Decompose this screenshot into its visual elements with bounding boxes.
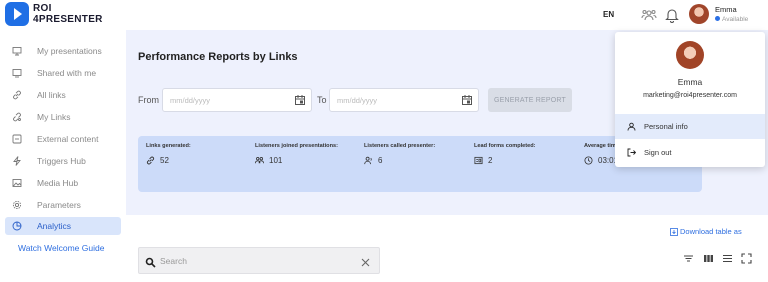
avatar (676, 41, 704, 69)
team-icon[interactable] (641, 7, 657, 23)
stat-value: 52 (160, 156, 169, 165)
sign-out-icon (627, 148, 637, 157)
download-table-link[interactable]: Download table as (670, 227, 742, 236)
sidebar-item-label: Shared with me (37, 68, 97, 78)
sidebar-item-parameters[interactable]: Parameters (5, 196, 121, 214)
sidebar-item-external-content[interactable]: External content (5, 130, 121, 148)
from-date-field[interactable]: mm/dd/yyyy (162, 88, 312, 112)
stat-card-title: Links generated: (146, 143, 191, 149)
status-text: Available (722, 16, 749, 23)
sidebar-item-my-links[interactable]: My Links (5, 108, 121, 126)
form-icon (474, 156, 483, 165)
to-date-field[interactable]: mm/dd/yyyy (329, 88, 479, 112)
sidebar-item-my-presentations[interactable]: My presentations (5, 42, 121, 60)
external-content-icon (12, 134, 22, 144)
sidebar-item-label: Media Hub (37, 178, 79, 188)
search-icon (145, 255, 156, 268)
stat-card-title: Average tim (584, 143, 616, 149)
sidebar-item-label: My presentations (37, 46, 102, 56)
sidebar-item-label: My Links (37, 112, 71, 122)
my-links-icon (12, 112, 22, 122)
stat-value: 101 (269, 156, 283, 165)
from-date-placeholder: mm/dd/yyyy (170, 96, 211, 105)
link-icon (146, 156, 155, 165)
watch-welcome-guide-link[interactable]: Watch Welcome Guide (18, 243, 104, 253)
calendar-icon[interactable] (461, 94, 473, 106)
logo-icon[interactable] (5, 2, 29, 26)
user-dropdown-menu: Emma marketing@roi4presenter.com Persona… (615, 32, 765, 167)
group-icon (255, 157, 264, 164)
link-icon (12, 90, 22, 100)
download-label: Download table as (680, 227, 742, 236)
stat-card-value: 2 (474, 156, 492, 165)
filter-icon[interactable] (683, 251, 694, 262)
search-input[interactable] (160, 253, 350, 269)
calendar-icon[interactable] (294, 94, 306, 106)
user-call-icon (364, 156, 372, 165)
clock-icon (584, 156, 593, 165)
sidebar-item-all-links[interactable]: All links (5, 86, 121, 104)
stat-card-value: 52 (146, 156, 169, 165)
stat-card-listeners-called: Listeners called presenter: 6 (356, 136, 482, 192)
sidebar-item-triggers-hub[interactable]: Triggers Hub (5, 152, 121, 170)
stat-card-value: 03:01 (584, 156, 618, 165)
top-bar: ROI 4PRESENTER EN Emma Available (0, 0, 768, 33)
language-selector[interactable]: EN (603, 10, 614, 19)
image-icon (12, 178, 22, 188)
sidebar-item-analytics[interactable]: Analytics (5, 217, 121, 235)
dropdown-user-name: Emma (677, 77, 703, 87)
pie-chart-icon (12, 221, 22, 231)
generate-report-button[interactable]: GENERATE REPORT (488, 88, 572, 112)
stat-value: 6 (378, 156, 383, 165)
stat-card-title: Listeners called presenter: (364, 143, 436, 149)
sidebar-item-media-hub[interactable]: Media Hub (5, 174, 121, 192)
logo-text[interactable]: ROI 4PRESENTER (33, 3, 103, 25)
menu-item-label: Personal info (644, 122, 688, 131)
stat-card-lead-forms: Lead forms completed: 2 (466, 136, 592, 192)
sidebar-item-label: Analytics (37, 221, 72, 231)
download-icon (670, 227, 678, 236)
stat-card-title: Listeners joined presentations: (255, 143, 338, 149)
clear-search-icon[interactable] (360, 255, 371, 267)
presentation-icon (12, 46, 22, 56)
fullscreen-icon[interactable] (741, 251, 752, 264)
sidebar-item-shared-with-me[interactable]: Shared with me (5, 64, 121, 82)
stat-card-title: Lead forms completed: (474, 143, 536, 149)
avatar[interactable] (689, 4, 709, 24)
sign-out-menu-item[interactable]: Sign out (615, 140, 765, 165)
sidebar-item-label: Parameters (37, 200, 81, 210)
search-box (138, 247, 380, 274)
stat-value: 2 (488, 156, 493, 165)
logo-line-1: ROI (33, 3, 52, 14)
sidebar-item-label: All links (37, 90, 66, 100)
stat-card-listeners-joined: Listeners joined presentations: 101 (247, 136, 373, 192)
user-icon (627, 122, 636, 131)
stat-card-links-generated: Links generated: 52 (138, 136, 264, 192)
stat-card-value: 6 (364, 156, 382, 165)
user-status: Available (715, 16, 748, 23)
user-name[interactable]: Emma (715, 5, 737, 14)
to-label: To (317, 95, 327, 105)
from-label: From (138, 95, 159, 105)
sidebar-item-label: External content (37, 134, 99, 144)
columns-icon[interactable] (703, 251, 714, 262)
to-date-placeholder: mm/dd/yyyy (337, 96, 378, 105)
menu-item-label: Sign out (644, 148, 672, 157)
stat-card-value: 101 (255, 156, 282, 165)
bell-icon[interactable] (664, 7, 680, 23)
logo-line-2: 4PRESENTER (33, 14, 103, 25)
dropdown-user-email: marketing@roi4presenter.com (643, 92, 737, 99)
lightning-icon (12, 156, 22, 166)
gear-icon (12, 200, 22, 210)
page-title: Performance Reports by Links (138, 51, 298, 63)
status-dot (715, 16, 720, 21)
density-icon[interactable] (722, 251, 733, 263)
personal-info-menu-item[interactable]: Personal info (615, 114, 765, 139)
sidebar-item-label: Triggers Hub (37, 156, 86, 166)
shared-icon (12, 68, 22, 78)
